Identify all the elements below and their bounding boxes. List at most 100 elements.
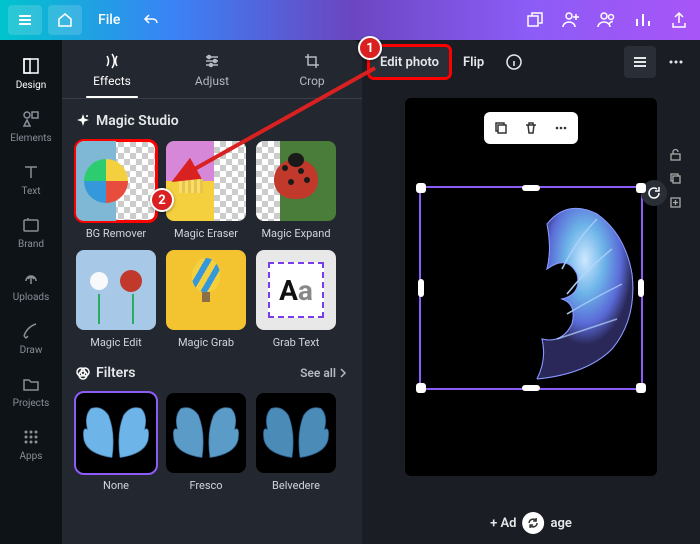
file-menu[interactable]: File (88, 8, 130, 32)
lock-button[interactable] (665, 144, 685, 164)
tile-label: Magic Edit (90, 336, 142, 349)
tile-bg-remover[interactable]: BG Remover (76, 141, 156, 240)
elements-icon (21, 109, 41, 129)
tile-magic-expand[interactable]: Magic Expand (256, 141, 336, 240)
add-user-button[interactable] (558, 7, 584, 33)
add-page-side-button[interactable] (665, 192, 685, 212)
projects-icon (21, 374, 41, 394)
element-more-button[interactable] (547, 115, 575, 141)
chart-icon (634, 11, 652, 29)
sidebar-item-text[interactable]: Text (0, 154, 62, 205)
sidebar-item-label: Uploads (13, 292, 49, 303)
sidebar-item-label: Apps (20, 451, 43, 462)
hamburger-icon (17, 12, 33, 28)
adjust-icon (203, 52, 221, 70)
insights-button[interactable] (630, 7, 656, 33)
list-view-button[interactable] (624, 46, 656, 78)
main-area: Design Elements Text Brand Uploads Draw … (0, 40, 700, 544)
share-collab-button[interactable] (594, 7, 620, 33)
page-side-tools (665, 144, 685, 212)
chevron-right-icon (338, 368, 348, 378)
filter-none[interactable]: None (76, 393, 156, 492)
resize-handle-nw[interactable] (416, 183, 426, 193)
selected-image[interactable] (427, 194, 647, 394)
more-button[interactable] (660, 46, 692, 78)
filter-label: Belvedere (272, 479, 320, 492)
list-icon (632, 54, 648, 70)
effects-panel: Effects Adjust Crop Magic Studio (62, 40, 362, 544)
tile-label: BG Remover (86, 227, 146, 240)
draw-icon (21, 321, 41, 341)
tile-magic-edit[interactable]: Magic Edit (76, 250, 156, 349)
trash-icon (524, 121, 538, 135)
menu-button[interactable] (8, 5, 42, 35)
sidebar-item-projects[interactable]: Projects (0, 366, 62, 417)
tile-magic-grab[interactable]: Magic Grab (166, 250, 246, 349)
copy-icon (669, 172, 682, 185)
context-toolbar: Edit photo Flip (362, 40, 700, 84)
edit-photo-button[interactable]: Edit photo (370, 47, 449, 77)
filter-belvedere[interactable]: Belvedere (256, 393, 336, 492)
people-icon (597, 11, 617, 29)
sidebar-item-elements[interactable]: Elements (0, 101, 62, 152)
filters-row: None Fresco (76, 393, 348, 492)
tile-label: Magic Grab (178, 336, 234, 349)
upload-icon (670, 11, 688, 29)
undo-icon (143, 12, 159, 28)
more-icon (667, 53, 685, 71)
resize-handle-sw[interactable] (416, 383, 426, 393)
annotation-marker-2: 2 (150, 188, 174, 212)
delete-button[interactable] (517, 115, 545, 141)
resize-handle-w[interactable] (418, 279, 424, 297)
tile-label: Magic Eraser (174, 227, 238, 240)
filter-fresco-thumb (166, 393, 246, 473)
tile-magic-eraser[interactable]: Magic Eraser (166, 141, 246, 240)
duplicate-button[interactable] (487, 115, 515, 141)
filter-fresco[interactable]: Fresco (166, 393, 246, 492)
add-user-icon (561, 11, 581, 29)
tab-adjust[interactable]: Adjust (162, 40, 262, 98)
bg-remover-thumb (76, 141, 156, 221)
magic-expand-thumb (256, 141, 336, 221)
see-all-filters[interactable]: See all (300, 366, 348, 380)
tile-label: Grab Text (273, 336, 320, 349)
flip-button[interactable]: Flip (453, 47, 494, 77)
magic-studio-grid: BG Remover Magic Eraser Magic Expand (76, 141, 348, 349)
selection-frame[interactable] (419, 186, 643, 390)
share-button[interactable] (666, 7, 692, 33)
floating-element-toolbar (484, 112, 578, 144)
tab-label: Adjust (195, 74, 229, 88)
uploads-icon (21, 268, 41, 288)
filter-belvedere-thumb (256, 393, 336, 473)
add-page-button[interactable]: + Add page + Ad age (490, 512, 572, 534)
filter-none-thumb (76, 393, 156, 473)
sidebar-item-draw[interactable]: Draw (0, 313, 62, 364)
copy-icon (494, 121, 508, 135)
tab-effects[interactable]: Effects (62, 40, 162, 98)
magic-eraser-thumb (166, 141, 246, 221)
tab-crop[interactable]: Crop (262, 40, 362, 98)
grab-text-thumb: Aa (256, 250, 336, 330)
resize-handle-ne[interactable] (636, 183, 646, 193)
sidebar-item-label: Elements (10, 133, 51, 144)
undo-button[interactable] (136, 5, 166, 35)
resize-handle-n[interactable] (522, 185, 540, 191)
canvas-area[interactable]: + Add page + Ad age (362, 84, 700, 544)
sidebar-item-brand[interactable]: Brand (0, 207, 62, 258)
sidebar-item-uploads[interactable]: Uploads (0, 260, 62, 311)
magic-edit-thumb (76, 250, 156, 330)
magic-studio-title: Magic Studio (76, 113, 348, 129)
resize-button[interactable] (522, 7, 548, 33)
sidebar-item-apps[interactable]: Apps (0, 419, 62, 470)
unlock-icon (669, 148, 682, 161)
info-icon (505, 53, 523, 71)
home-button[interactable] (48, 5, 82, 35)
duplicate-page-button[interactable] (665, 168, 685, 188)
sidebar-item-design[interactable]: Design (0, 48, 62, 99)
sidebar-item-label: Text (21, 186, 40, 197)
sparkle-icon (76, 114, 90, 128)
info-button[interactable] (498, 46, 530, 78)
more-icon (554, 121, 568, 135)
canvas-page[interactable] (405, 98, 657, 476)
tile-grab-text[interactable]: Aa Grab Text (256, 250, 336, 349)
